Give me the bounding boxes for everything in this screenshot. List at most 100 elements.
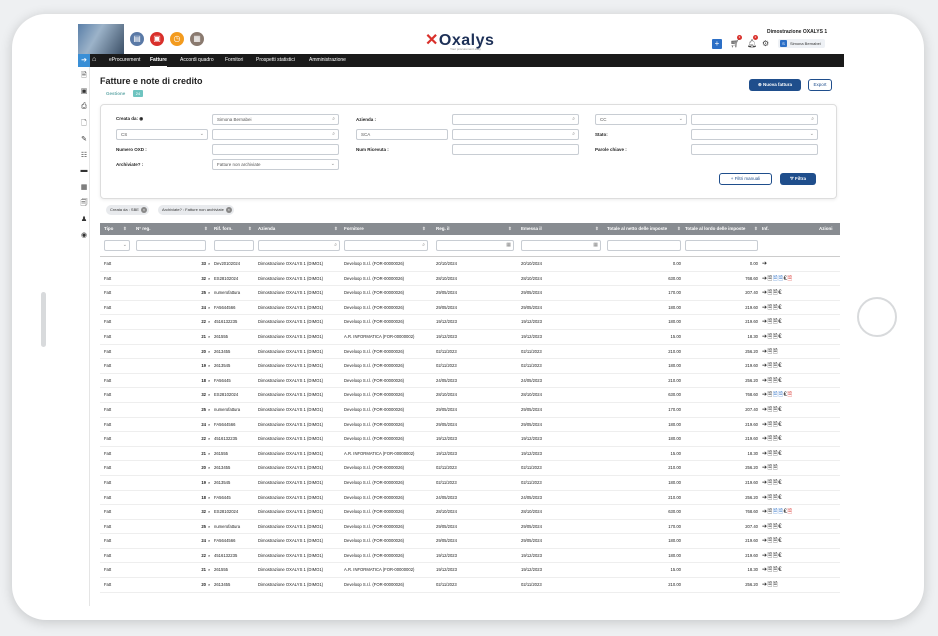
euro-icon[interactable]: € — [778, 319, 782, 325]
view-icon[interactable]: ⌕ — [208, 315, 210, 329]
row-actions[interactable]: ➔🗎︎🗎︎€ — [762, 315, 782, 329]
euro-icon[interactable]: € — [778, 538, 782, 544]
plus-icon[interactable]: + — [712, 39, 722, 49]
doc-search-icon[interactable]: 🗐︎ — [80, 199, 88, 210]
euro-icon[interactable]: € — [778, 524, 782, 530]
sca-select[interactable]: SCA — [356, 129, 448, 140]
view-icon[interactable]: ⌕ — [208, 359, 210, 373]
view-icon[interactable]: ⌕ — [208, 491, 210, 505]
euro-icon[interactable]: € — [778, 480, 782, 486]
euro-icon[interactable]: € — [778, 290, 782, 296]
euro-icon[interactable]: € — [778, 407, 782, 413]
view-icon[interactable]: ⌕ — [208, 534, 210, 548]
filter-button[interactable]: ⛛ Filtra — [780, 173, 816, 185]
table-row[interactable]: Fatt 18 FA56445 Dimostrazione OXALYS 1 (DIM… — [100, 491, 840, 506]
euro-icon[interactable]: € — [778, 451, 782, 457]
catalog-icon[interactable]: ▤ — [130, 32, 144, 46]
nav-prospetti-statistici[interactable]: Prospetti statistici — [256, 54, 295, 67]
tipo-filter-select[interactable]: ⌄ — [104, 240, 130, 251]
row-actions[interactable]: ➔🗎︎🗎︎€ — [762, 286, 782, 300]
euro-icon[interactable]: € — [778, 436, 782, 442]
cs-select[interactable]: CS ⌄ — [116, 129, 208, 140]
row-actions[interactable]: ➔🗎︎🗎︎€ — [762, 491, 782, 505]
stamp-icon[interactable]: ♟ — [80, 215, 88, 223]
row-actions[interactable]: ➔🗎︎🗎︎🗎︎€🗎︎ — [762, 272, 793, 286]
euro-icon[interactable]: € — [778, 334, 782, 340]
view-icon[interactable]: ⌕ — [208, 476, 210, 490]
cs-search-input[interactable]: ⌕ — [212, 129, 339, 140]
sort-icon[interactable]: ⬍ — [204, 223, 208, 235]
table-row[interactable]: Fatt 32 ES28102024 Dimostrazione OXALYS 1 (… — [100, 505, 840, 520]
lordo-filter-input[interactable] — [685, 240, 758, 251]
azienda-input[interactable]: ⌕ — [452, 114, 579, 125]
file-icon[interactable]: 🗋︎ — [80, 119, 88, 130]
table-row[interactable]: Fatt 25 numerofattura Dimostrazione OXALYS … — [100, 286, 840, 301]
nav-eprocurement[interactable]: eProcurement — [109, 54, 140, 67]
euro-icon[interactable]: € — [778, 553, 782, 559]
col-inf[interactable]: Inf. — [762, 223, 769, 235]
col-nreg[interactable]: N° reg. — [136, 223, 151, 235]
table-row[interactable]: Fatt 25 numerofattura Dimostrazione OXALYS … — [100, 520, 840, 535]
collapse-arrow-icon[interactable]: ➔ — [78, 54, 90, 67]
pdf-icon[interactable]: 🗎︎ — [787, 392, 792, 398]
filter-chip-archiviate[interactable]: Archiviate? : Fatture non archiviate × — [158, 205, 234, 215]
invoice-icon[interactable]: 🗎︎ — [80, 71, 88, 82]
view-icon[interactable]: ⌕ — [208, 447, 210, 461]
table-row[interactable]: Fatt 24 FA5644566 Dimostrazione OXALYS 1 (D… — [100, 534, 840, 549]
sort-icon[interactable]: ⬍ — [422, 223, 426, 235]
view-icon[interactable]: ⌕ — [208, 432, 210, 446]
table-row[interactable]: Fatt 33 Dev20102024 Dimostrazione OXALYS 1 … — [100, 257, 840, 272]
print-icon[interactable]: ⎙ — [80, 103, 88, 111]
row-actions[interactable]: ➔ — [762, 257, 768, 271]
table-row[interactable]: Fatt 19 2613545 Dimostrazione OXALYS 1 (DIM… — [100, 359, 840, 374]
calendar-icon[interactable]: ▦ — [80, 183, 88, 191]
view-icon[interactable]: ⌕ — [208, 286, 210, 300]
row-actions[interactable]: ➔🗎︎🗎︎€ — [762, 549, 782, 563]
num-ricevuta-input[interactable] — [452, 144, 579, 155]
col-fornitore[interactable]: Fornitore — [344, 223, 364, 235]
col-totale-lordo[interactable]: Totale al lordo delle imposte — [685, 223, 745, 235]
col-rif-forn[interactable]: Rif. forn. — [214, 223, 233, 235]
col-reg-il[interactable]: Reg. il — [436, 223, 450, 235]
nav-fatture[interactable]: Fatture — [150, 54, 167, 67]
bell-icon[interactable]: 🔔︎ — [747, 39, 757, 48]
view-icon[interactable]: ⌕ — [208, 301, 210, 315]
pdf-icon[interactable]: 🗎︎ — [787, 509, 792, 515]
table-row[interactable]: Fatt 21 261555 Dimostrazione OXALYS 1 (DIMO… — [100, 447, 840, 462]
row-actions[interactable]: ➔🗎︎🗎︎ — [762, 578, 778, 592]
euro-icon[interactable]: € — [778, 363, 782, 369]
view-icon[interactable]: ⌕ — [208, 418, 210, 432]
view-icon[interactable]: ⌕ — [208, 505, 210, 519]
sort-icon[interactable]: ⬍ — [123, 223, 127, 235]
sort-icon[interactable]: ⬍ — [334, 223, 338, 235]
sca-search-input[interactable]: ⌕ — [452, 129, 579, 140]
row-actions[interactable]: ➔🗎︎🗎︎€ — [762, 476, 782, 490]
view-icon[interactable]: ⌕ — [208, 388, 210, 402]
cc-search-input[interactable]: ⌕ — [691, 114, 818, 125]
manual-filters-button[interactable]: + Filtri manuali — [719, 173, 772, 185]
col-emessa-il[interactable]: Emessa il — [521, 223, 542, 235]
emessa-date-filter[interactable]: ▦ — [521, 240, 601, 251]
new-invoice-button[interactable]: ⊕ Nuova fattura — [749, 79, 801, 91]
row-actions[interactable]: ➔🗎︎🗎︎€ — [762, 301, 782, 315]
table-row[interactable]: Fatt 21 261555 Dimostrazione OXALYS 1 (DIMO… — [100, 330, 840, 345]
row-actions[interactable]: ➔🗎︎🗎︎€ — [762, 563, 782, 577]
pdf-icon[interactable]: 🗎︎ — [787, 276, 792, 282]
table-row[interactable]: Fatt 24 FA5644566 Dimostrazione OXALYS 1 (D… — [100, 301, 840, 316]
sort-icon[interactable]: ⬍ — [248, 223, 252, 235]
view-icon[interactable]: ⌕ — [208, 345, 210, 359]
table-row[interactable]: Fatt 20 2613455 Dimostrazione OXALYS 1 (DIM… — [100, 461, 840, 476]
cart-icon[interactable]: 🛒︎ — [730, 39, 740, 48]
row-actions[interactable]: ➔🗎︎🗎︎€ — [762, 359, 782, 373]
target-icon[interactable]: ◉ — [80, 231, 88, 239]
view-icon[interactable]: ⌕ — [208, 461, 210, 475]
edit-icon[interactable]: ✎ — [80, 135, 88, 143]
table-row[interactable]: Fatt 21 261555 Dimostrazione OXALYS 1 (DIMO… — [100, 563, 840, 579]
rif-filter-input[interactable] — [214, 240, 254, 251]
col-totale-netto[interactable]: Totale al netto delle imposte — [607, 223, 667, 235]
created-by-input[interactable]: Simona Bernabei ⌕ — [212, 114, 339, 125]
euro-icon[interactable]: € — [778, 422, 782, 428]
nav-amministrazione[interactable]: Amministrazione — [309, 54, 346, 67]
view-icon[interactable]: ⌕ — [208, 257, 210, 271]
table-row[interactable]: Fatt 20 2613455 Dimostrazione OXALYS 1 (DIM… — [100, 578, 840, 593]
